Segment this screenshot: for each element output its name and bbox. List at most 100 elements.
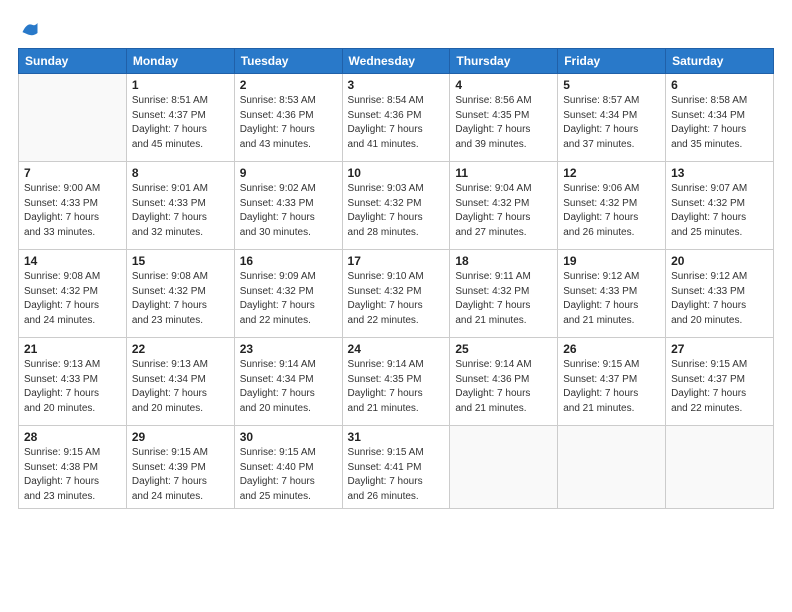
day-cell: 26 Sunrise: 9:15 AM Sunset: 4:37 PM Dayli… (558, 338, 666, 426)
day-cell: 30Sunrise: 9:15 AM Sunset: 4:40 PM Dayli… (234, 426, 342, 509)
day-number: 28 (24, 430, 121, 444)
day-number: 6 (671, 78, 768, 92)
day-number: 29 (132, 430, 229, 444)
day-cell (19, 74, 127, 162)
logo (18, 18, 40, 38)
day-number: 1 (132, 78, 229, 92)
day-number: 14 (24, 254, 121, 268)
day-header-saturday: Saturday (666, 49, 774, 74)
day-number: 19 (563, 254, 660, 268)
day-cell: 31 Sunrise: 9:15 AM Sunset: 4:41 PM Dayli… (342, 426, 450, 509)
day-number: 24 (348, 342, 445, 356)
day-cell: 8Sunrise: 9:01 AM Sunset: 4:33 PM Daylig… (126, 162, 234, 250)
day-number: 31 (348, 430, 445, 444)
day-info: Sunrise: 9:14 AM Sunset: 4:35 PM Dayligh… (348, 358, 445, 416)
day-info: Sunrise: 9:07 AM Sunset: 4:32 PM Dayligh… (671, 182, 768, 240)
day-cell: 16Sunrise: 9:09 AM Sunset: 4:32 PM Dayli… (234, 250, 342, 338)
day-info: Sunrise: 8:54 AM Sunset: 4:36 PM Dayligh… (348, 94, 445, 152)
day-info: Sunrise: 9:02 AM Sunset: 4:33 PM Dayligh… (240, 182, 337, 240)
day-cell: 27 Sunrise: 9:15 AM Sunset: 4:37 PM Dayli… (666, 338, 774, 426)
day-cell: 22Sunrise: 9:13 AM Sunset: 4:34 PM Dayli… (126, 338, 234, 426)
week-row-1: 1 Sunrise: 8:51 AM Sunset: 4:37 PM Daylig… (19, 74, 774, 162)
day-info: Sunrise: 9:12 AM Sunset: 4:33 PM Dayligh… (563, 270, 660, 328)
day-info: Sunrise: 9:09 AM Sunset: 4:32 PM Dayligh… (240, 270, 337, 328)
page: SundayMondayTuesdayWednesdayThursdayFrid… (0, 0, 792, 612)
day-number: 12 (563, 166, 660, 180)
day-header-monday: Monday (126, 49, 234, 74)
day-cell: 2Sunrise: 8:53 AM Sunset: 4:36 PM Daylig… (234, 74, 342, 162)
day-info: Sunrise: 8:57 AM Sunset: 4:34 PM Dayligh… (563, 94, 660, 152)
day-cell (558, 426, 666, 509)
day-header-tuesday: Tuesday (234, 49, 342, 74)
day-number: 23 (240, 342, 337, 356)
day-number: 27 (671, 342, 768, 356)
day-number: 20 (671, 254, 768, 268)
day-cell: 19 Sunrise: 9:12 AM Sunset: 4:33 PM Dayli… (558, 250, 666, 338)
day-number: 21 (24, 342, 121, 356)
day-info: Sunrise: 9:15 AM Sunset: 4:38 PM Dayligh… (24, 446, 121, 504)
day-info: Sunrise: 9:15 AM Sunset: 4:41 PM Dayligh… (348, 446, 445, 504)
day-info: Sunrise: 9:12 AM Sunset: 4:33 PM Dayligh… (671, 270, 768, 328)
day-number: 30 (240, 430, 337, 444)
day-info: Sunrise: 8:58 AM Sunset: 4:34 PM Dayligh… (671, 94, 768, 152)
day-cell: 18Sunrise: 9:11 AM Sunset: 4:32 PM Dayli… (450, 250, 558, 338)
day-number: 13 (671, 166, 768, 180)
day-cell: 3 Sunrise: 8:54 AM Sunset: 4:36 PM Daylig… (342, 74, 450, 162)
day-header-thursday: Thursday (450, 49, 558, 74)
day-number: 25 (455, 342, 552, 356)
day-header-wednesday: Wednesday (342, 49, 450, 74)
day-cell: 10 Sunrise: 9:03 AM Sunset: 4:32 PM Dayli… (342, 162, 450, 250)
week-row-4: 21 Sunrise: 9:13 AM Sunset: 4:33 PM Dayli… (19, 338, 774, 426)
day-number: 10 (348, 166, 445, 180)
day-info: Sunrise: 9:10 AM Sunset: 4:32 PM Dayligh… (348, 270, 445, 328)
header (18, 18, 774, 38)
day-info: Sunrise: 9:08 AM Sunset: 4:32 PM Dayligh… (132, 270, 229, 328)
week-row-3: 14 Sunrise: 9:08 AM Sunset: 4:32 PM Dayli… (19, 250, 774, 338)
day-info: Sunrise: 9:03 AM Sunset: 4:32 PM Dayligh… (348, 182, 445, 240)
day-cell: 25Sunrise: 9:14 AM Sunset: 4:36 PM Dayli… (450, 338, 558, 426)
day-number: 26 (563, 342, 660, 356)
day-number: 5 (563, 78, 660, 92)
day-info: Sunrise: 9:15 AM Sunset: 4:37 PM Dayligh… (563, 358, 660, 416)
day-info: Sunrise: 9:06 AM Sunset: 4:32 PM Dayligh… (563, 182, 660, 240)
day-header-friday: Friday (558, 49, 666, 74)
day-cell: 7 Sunrise: 9:00 AM Sunset: 4:33 PM Daylig… (19, 162, 127, 250)
day-cell: 13 Sunrise: 9:07 AM Sunset: 4:32 PM Dayli… (666, 162, 774, 250)
calendar-table: SundayMondayTuesdayWednesdayThursdayFrid… (18, 48, 774, 509)
day-info: Sunrise: 9:04 AM Sunset: 4:32 PM Dayligh… (455, 182, 552, 240)
day-info: Sunrise: 9:00 AM Sunset: 4:33 PM Dayligh… (24, 182, 121, 240)
day-info: Sunrise: 9:01 AM Sunset: 4:33 PM Dayligh… (132, 182, 229, 240)
day-cell: 4Sunrise: 8:56 AM Sunset: 4:35 PM Daylig… (450, 74, 558, 162)
day-number: 9 (240, 166, 337, 180)
day-info: Sunrise: 9:13 AM Sunset: 4:33 PM Dayligh… (24, 358, 121, 416)
day-cell: 15 Sunrise: 9:08 AM Sunset: 4:32 PM Dayli… (126, 250, 234, 338)
day-info: Sunrise: 9:15 AM Sunset: 4:37 PM Dayligh… (671, 358, 768, 416)
day-info: Sunrise: 9:13 AM Sunset: 4:34 PM Dayligh… (132, 358, 229, 416)
day-cell: 6 Sunrise: 8:58 AM Sunset: 4:34 PM Daylig… (666, 74, 774, 162)
day-cell: 14 Sunrise: 9:08 AM Sunset: 4:32 PM Dayli… (19, 250, 127, 338)
logo-icon (20, 18, 40, 38)
day-cell: 21 Sunrise: 9:13 AM Sunset: 4:33 PM Dayli… (19, 338, 127, 426)
day-cell: 12 Sunrise: 9:06 AM Sunset: 4:32 PM Dayli… (558, 162, 666, 250)
day-header-sunday: Sunday (19, 49, 127, 74)
day-info: Sunrise: 8:51 AM Sunset: 4:37 PM Dayligh… (132, 94, 229, 152)
day-info: Sunrise: 9:15 AM Sunset: 4:39 PM Dayligh… (132, 446, 229, 504)
header-row: SundayMondayTuesdayWednesdayThursdayFrid… (19, 49, 774, 74)
day-cell: 9 Sunrise: 9:02 AM Sunset: 4:33 PM Daylig… (234, 162, 342, 250)
day-cell: 28 Sunrise: 9:15 AM Sunset: 4:38 PM Dayli… (19, 426, 127, 509)
day-number: 7 (24, 166, 121, 180)
day-cell (450, 426, 558, 509)
day-number: 3 (348, 78, 445, 92)
day-cell: 11Sunrise: 9:04 AM Sunset: 4:32 PM Dayli… (450, 162, 558, 250)
day-number: 18 (455, 254, 552, 268)
day-cell (666, 426, 774, 509)
day-number: 17 (348, 254, 445, 268)
day-info: Sunrise: 9:08 AM Sunset: 4:32 PM Dayligh… (24, 270, 121, 328)
day-cell: 20 Sunrise: 9:12 AM Sunset: 4:33 PM Dayli… (666, 250, 774, 338)
day-number: 15 (132, 254, 229, 268)
day-cell: 17 Sunrise: 9:10 AM Sunset: 4:32 PM Dayli… (342, 250, 450, 338)
day-number: 4 (455, 78, 552, 92)
day-info: Sunrise: 8:53 AM Sunset: 4:36 PM Dayligh… (240, 94, 337, 152)
day-cell: 23Sunrise: 9:14 AM Sunset: 4:34 PM Dayli… (234, 338, 342, 426)
day-cell: 1 Sunrise: 8:51 AM Sunset: 4:37 PM Daylig… (126, 74, 234, 162)
